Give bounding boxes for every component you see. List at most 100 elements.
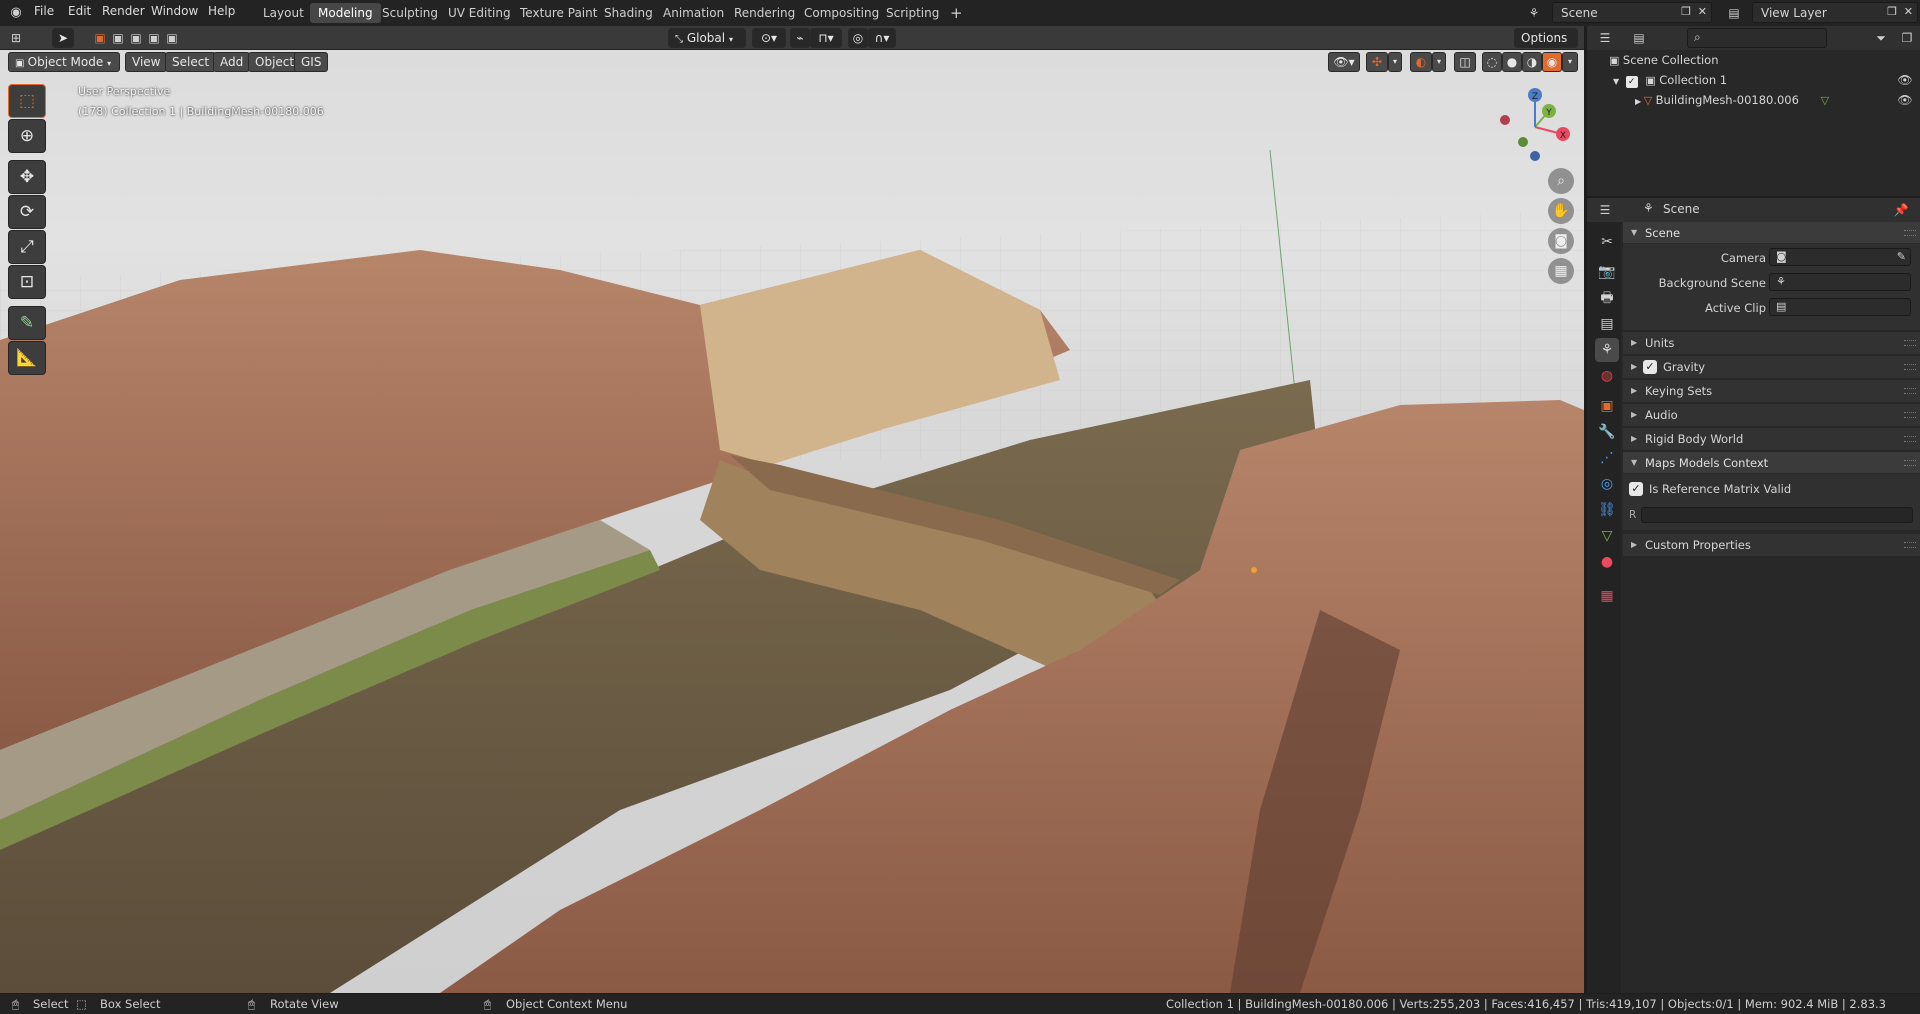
gizmo-neg-x-handle[interactable] xyxy=(1500,115,1510,125)
view-layer-selector[interactable]: View Layer ❐ ✕ xyxy=(1752,2,1918,23)
navigation-gizmo[interactable]: X Y Z xyxy=(1490,82,1580,172)
tab-uv-editing[interactable]: UV Editing xyxy=(440,3,519,23)
gizmo-neg-y-handle[interactable] xyxy=(1518,137,1528,147)
physics-tab-icon[interactable]: ◎ xyxy=(1595,472,1619,496)
panel-maps-models-context-header[interactable]: ▼ Maps Models Context xyxy=(1623,452,1920,474)
copy-scene-icon[interactable]: ❐ xyxy=(1681,5,1691,18)
data-tab-icon[interactable]: ▽ xyxy=(1595,524,1619,548)
outliner-row-scene-collection[interactable]: ▣ Scene Collection xyxy=(1609,50,1909,70)
constraints-tab-icon[interactable]: ⛓ xyxy=(1595,498,1619,522)
shading-dropdown[interactable]: ▾ xyxy=(1562,52,1578,72)
new-collection-icon[interactable]: ❐ xyxy=(1899,30,1915,46)
outliner-row-building-mesh[interactable]: ▶ ▽ BuildingMesh-00180.006 ▽ xyxy=(1635,90,1885,110)
render-tab-icon[interactable]: 📷 xyxy=(1595,260,1619,284)
transform-tool-icon[interactable]: ⊡ xyxy=(8,265,46,299)
output-tab-icon[interactable]: 🖶 xyxy=(1595,286,1619,310)
active-clip-field[interactable]: ▤ xyxy=(1769,298,1911,316)
shading-material-button[interactable]: ◑ xyxy=(1522,52,1542,72)
menu-file[interactable]: File xyxy=(34,4,54,18)
selection-mode-new-icon[interactable]: ▣ xyxy=(92,30,108,46)
proportional-editing-toggle[interactable]: ◎ xyxy=(848,28,868,48)
overlays-toggle[interactable]: ◐ xyxy=(1410,52,1432,72)
tab-rendering[interactable]: Rendering xyxy=(726,3,803,23)
panel-gravity-header[interactable]: ▶ ✓ Gravity xyxy=(1623,356,1920,378)
proportional-falloff-dropdown[interactable]: ∩▾ xyxy=(868,28,896,48)
select-box-tool-icon[interactable]: ⬚ xyxy=(8,84,46,118)
is-reference-matrix-valid-checkbox[interactable]: ✓ xyxy=(1629,482,1643,496)
annotate-tool-icon[interactable]: ✎ xyxy=(8,306,46,340)
shading-wireframe-button[interactable]: ◌ xyxy=(1482,52,1502,72)
add-menu-button[interactable]: Add xyxy=(213,52,251,72)
menu-help[interactable]: Help xyxy=(208,4,235,18)
gizmo-dropdown[interactable]: ▾ xyxy=(1388,52,1402,72)
shading-rendered-button[interactable]: ◉ xyxy=(1542,52,1562,72)
pin-icon[interactable]: 📌 xyxy=(1893,202,1909,218)
view-menu-button[interactable]: View xyxy=(125,52,168,72)
tab-modeling[interactable]: Modeling xyxy=(310,3,381,23)
zoom-icon[interactable]: ⌕ xyxy=(1548,168,1574,194)
menu-window[interactable]: Window xyxy=(151,4,198,18)
tab-scripting[interactable]: Scripting xyxy=(878,3,947,23)
pivot-point-dropdown[interactable]: ⊙▾ xyxy=(752,28,786,48)
panel-scene-header[interactable]: ▼ Scene xyxy=(1623,222,1920,244)
texture-tab-icon[interactable]: ▦ xyxy=(1595,584,1619,608)
outliner-row-collection-1[interactable]: ▼ ✓ ▣ Collection 1 xyxy=(1613,70,1913,90)
scale-tool-icon[interactable]: ⤢ xyxy=(8,230,46,264)
scene-selector[interactable]: Scene ❐ ✕ xyxy=(1552,2,1712,23)
close-icon[interactable]: ✕ xyxy=(1904,5,1913,18)
editor-type-icon[interactable]: ☰ xyxy=(1597,30,1613,46)
view-layer-tab-icon[interactable]: ▤ xyxy=(1595,312,1619,336)
panel-audio-header[interactable]: ▶ Audio xyxy=(1623,404,1920,426)
modifier-tab-icon[interactable]: 🔧 xyxy=(1595,420,1619,444)
pan-hand-icon[interactable]: ✋ xyxy=(1548,198,1574,224)
shading-solid-button[interactable]: ● xyxy=(1502,52,1522,72)
close-icon[interactable]: ✕ xyxy=(1698,5,1707,18)
gis-menu-button[interactable]: GIS xyxy=(294,52,329,72)
cursor-tool-icon[interactable]: ⊕ xyxy=(8,119,46,153)
tab-animation[interactable]: Animation xyxy=(655,3,732,23)
move-tool-icon[interactable]: ✥ xyxy=(8,160,46,194)
filter-icon[interactable]: ⏷ xyxy=(1873,30,1889,46)
menu-render[interactable]: Render xyxy=(102,4,145,18)
drag-handle-icon[interactable] xyxy=(1904,542,1916,548)
eyedropper-icon[interactable]: ✎ xyxy=(1897,250,1906,263)
view-layer-icon[interactable]: ▤ xyxy=(1726,5,1742,21)
expand-triangle-icon[interactable]: ▶ xyxy=(1635,97,1644,106)
snap-toggle[interactable]: ⌁ xyxy=(790,28,810,48)
eye-icon[interactable]: 👁 xyxy=(1897,72,1913,88)
camera-view-icon[interactable]: ◙ xyxy=(1548,228,1574,254)
tab-shading[interactable]: Shading xyxy=(596,3,661,23)
reference-matrix-field[interactable] xyxy=(1641,507,1913,523)
select-menu-button[interactable]: Select xyxy=(165,52,217,72)
world-tab-icon[interactable]: ◍ xyxy=(1595,364,1619,388)
expand-triangle-icon[interactable]: ▼ xyxy=(1613,77,1622,86)
editor-type-icon[interactable]: ☰ xyxy=(1597,202,1613,218)
gravity-checkbox[interactable]: ✓ xyxy=(1643,360,1657,374)
drag-handle-icon[interactable] xyxy=(1904,412,1916,418)
drag-handle-icon[interactable] xyxy=(1904,460,1916,466)
gizmo-neg-z-handle[interactable] xyxy=(1530,151,1540,161)
outliner-search-input[interactable]: ⌕ xyxy=(1687,28,1827,48)
blender-logo-icon[interactable]: ◉ xyxy=(8,5,24,21)
tab-compositing[interactable]: Compositing xyxy=(796,3,887,23)
transform-orientation-dropdown[interactable]: ⤡ Global ▾ xyxy=(668,28,746,48)
add-workspace-button[interactable]: + xyxy=(942,3,971,23)
drag-handle-icon[interactable] xyxy=(1904,364,1916,370)
display-mode-icon[interactable]: ▤ xyxy=(1631,30,1647,46)
object-tab-icon[interactable]: ▣ xyxy=(1595,394,1619,418)
particles-tab-icon[interactable]: ⋰ xyxy=(1595,446,1619,470)
camera-field[interactable]: ◙ ✎ xyxy=(1769,248,1911,266)
selection-mode-extend-icon[interactable]: ▣ xyxy=(110,30,126,46)
selection-mode-invert-icon[interactable]: ▣ xyxy=(146,30,162,46)
ortho-grid-icon[interactable]: ▦ xyxy=(1548,258,1574,284)
eye-icon[interactable]: 👁 xyxy=(1897,92,1913,108)
measure-tool-icon[interactable]: 📐 xyxy=(8,341,46,375)
editor-type-icon[interactable]: ⊞ xyxy=(8,30,24,46)
menu-edit[interactable]: Edit xyxy=(68,4,91,18)
drag-handle-icon[interactable] xyxy=(1904,388,1916,394)
drag-handle-icon[interactable] xyxy=(1904,230,1916,236)
viewport-scene[interactable] xyxy=(0,50,1584,993)
visibility-dropdown[interactable]: 👁▾ xyxy=(1328,52,1360,72)
copy-view-layer-icon[interactable]: ❐ xyxy=(1887,5,1897,18)
scene-icon[interactable]: ⚘ xyxy=(1526,5,1542,21)
